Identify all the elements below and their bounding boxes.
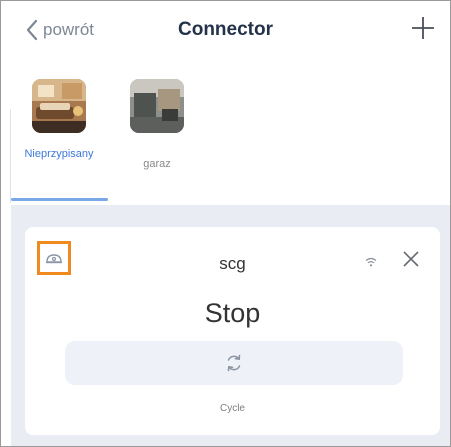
plus-icon bbox=[412, 17, 434, 39]
cycle-label: Cycle bbox=[219, 403, 245, 414]
device-card[interactable]: scg Stop Cycle bbox=[25, 227, 440, 435]
close-icon[interactable] bbox=[401, 249, 421, 269]
room-label: Nieprzypisany bbox=[24, 148, 94, 160]
room-thumbnail bbox=[32, 79, 86, 133]
cycle-button[interactable] bbox=[65, 341, 403, 385]
header: powrót Connector bbox=[1, 1, 450, 61]
device-list: scg Stop Cycle bbox=[11, 205, 450, 446]
add-button[interactable] bbox=[410, 15, 436, 41]
app-frame: powrót Connector Nieprzypisany garaz scg… bbox=[0, 0, 451, 447]
room-thumbnail bbox=[130, 79, 184, 133]
edge-divider bbox=[1, 109, 11, 203]
device-name: scg bbox=[219, 254, 246, 273]
room-tab-garaz[interactable]: garaz bbox=[109, 79, 205, 171]
wifi-signal-icon bbox=[365, 257, 377, 267]
room-tabs: Nieprzypisany garaz bbox=[1, 79, 450, 203]
page-title: Connector bbox=[178, 19, 273, 40]
active-tab-indicator bbox=[11, 198, 108, 201]
room-tab-unassigned[interactable]: Nieprzypisany bbox=[11, 79, 107, 161]
refresh-icon bbox=[227, 354, 241, 372]
device-state: Stop bbox=[204, 298, 261, 328]
room-label: garaz bbox=[143, 158, 171, 170]
